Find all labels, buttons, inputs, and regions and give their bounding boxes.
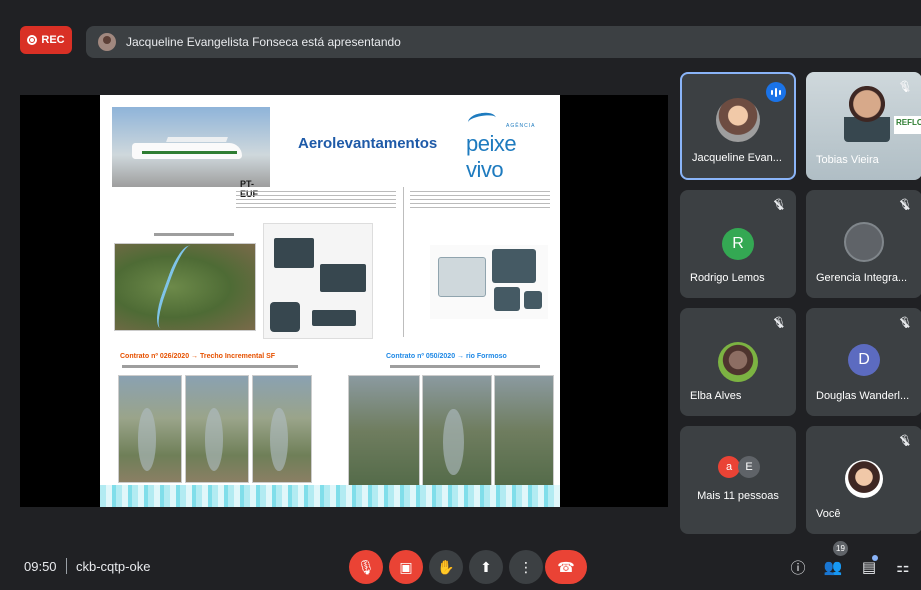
avatar [845,460,883,498]
logo-word-text: peixe vivo [466,131,517,182]
presenting-banner: Jacqueline Evangelista Fonseca está apre… [86,26,921,58]
mic-off-icon: 🎙 [898,199,912,211]
background-banner: REFLO [894,116,921,134]
presenting-text: Jacqueline Evangelista Fonseca está apre… [126,35,401,49]
participant-tile-gerencia[interactable]: 🎙 Gerencia Integra... [806,190,921,298]
avatar-initial: a [718,456,740,478]
more-participants-label: Mais 11 pessoas [697,490,779,502]
avatar-initial: D [848,344,880,376]
contract-1-heading: Contrato nº 026/2020 → Trecho Incrementa… [120,353,276,360]
avatar-initial: E [738,456,760,478]
meeting-clock: 09:50 [24,559,57,574]
participant-name: Gerencia Integra... [816,272,908,284]
contract-2-dates [390,365,540,368]
presentation-slide: PT-EUF Aerolevantamentos AGÊNCIA peixe v… [100,95,560,507]
present-button[interactable]: ⬆ [469,550,503,584]
recording-badge[interactable]: REC [20,26,72,54]
more-options-button[interactable]: ⋮ [509,550,543,584]
speaking-indicator-icon [766,82,786,102]
laser-description-text [410,191,550,209]
participant-tile-douglas[interactable]: 🎙 D Douglas Wanderl... [806,308,921,416]
camera-toggle-button[interactable]: ▣ [389,550,423,584]
laser-sensor-photo [430,245,548,319]
bottom-separator [66,558,67,574]
participant-name: Tobias Vieira [816,154,879,166]
aerial-photo-1 [118,375,182,483]
rec-label: REC [41,34,65,46]
more-vert-icon: ⋮ [519,558,533,575]
slide-title: Aerolevantamentos [298,135,438,152]
airplane-photo: PT-EUF [112,107,270,199]
present-screen-icon: ⬆ [480,558,492,575]
aerial-photo-6 [494,375,554,487]
contract-2-heading: Contrato nº 050/2020 → rio Formoso [386,353,507,360]
participant-name: Você [816,508,841,520]
activities-button[interactable]: ⚏ [892,556,914,578]
logo-agency-text: AGÊNCIA [506,123,536,129]
presenter-avatar [98,33,116,51]
aerial-photo-4 [348,375,420,487]
mic-off-icon: 🎙 [898,81,912,93]
participant-tile-rodrigo[interactable]: 🎙 R Rodrigo Lemos [680,190,796,298]
avatar [718,342,758,382]
hand-icon: ✋ [437,558,455,575]
slide-footer-decoration [100,485,560,507]
hang-up-icon: ☎ [557,558,575,575]
participant-name: Elba Alves [690,390,742,402]
participant-tile-tobias[interactable]: REFLO 🎙 Tobias Vieira [806,72,921,180]
contract-1-dates [122,365,298,368]
more-participants-tile[interactable]: a E Mais 11 pessoas [680,426,796,534]
people-icon: 👥 [823,559,843,576]
record-icon [27,35,38,45]
participant-tile-elba[interactable]: 🎙 Elba Alves [680,308,796,416]
participant-person [844,86,890,142]
participant-tile-self[interactable]: 🎙 Você [806,426,921,534]
peixe-vivo-logo: AGÊNCIA peixe vivo [464,110,554,182]
mic-off-icon: 🎙 [772,317,786,329]
microphone-toggle-button[interactable]: 🎙 [349,550,383,584]
participant-count-badge: 19 [833,541,848,556]
chat-notification-dot [872,555,878,561]
avatar-initial: R [722,228,754,260]
mic-off-icon: 🎙 [357,558,375,575]
participant-name: Douglas Wanderl... [816,390,910,402]
raise-hand-button[interactable]: ✋ [429,550,463,584]
flight-plan-map [114,242,256,334]
camera-off-icon: ▣ [399,558,413,575]
camera-equipment-photo [263,223,373,339]
leave-call-button[interactable]: ☎ [545,550,587,584]
aerial-photo-3 [252,375,312,483]
peixe-vivo-avatar [844,222,884,262]
people-button[interactable]: 👥 [822,556,844,578]
activities-icon: ⚏ [896,559,910,576]
meeting-details-button[interactable]: ⓘ [787,556,809,578]
participant-name: Rodrigo Lemos [690,272,765,284]
aerial-photo-5 [422,375,492,487]
participant-name: Jacqueline Evan... [692,152,782,164]
avatar [716,98,760,142]
slide-divider [403,187,404,337]
meeting-code: ckb-cqtp-oke [76,559,151,574]
mic-off-icon: 🎙 [772,199,786,211]
participant-tile-jacqueline[interactable]: Jacqueline Evan... [680,72,796,180]
fish-icon [466,110,498,130]
map-caption [154,233,234,236]
mic-off-icon: 🎙 [898,317,912,329]
aerial-photo-2 [185,375,249,483]
camera-description-text [236,191,396,209]
mic-off-icon: 🎙 [898,435,912,447]
info-icon: ⓘ [790,559,806,577]
